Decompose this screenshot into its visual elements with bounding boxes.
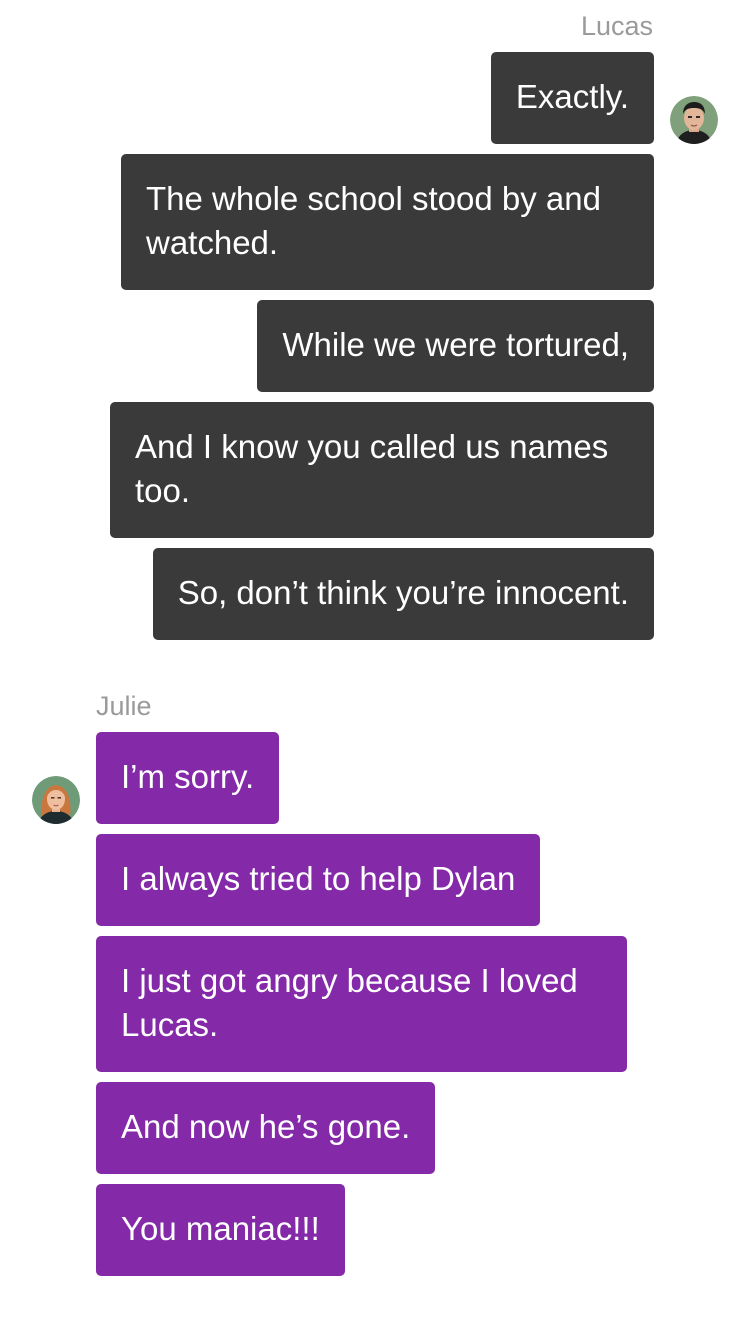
female-avatar-icon[interactable] xyxy=(32,776,80,824)
message-bubble-julie[interactable]: I always tried to help Dylan xyxy=(96,834,541,926)
message-bubble-lucas[interactable]: And I know you called us names too. xyxy=(110,402,654,538)
message-bubble-julie[interactable]: I just got angry because I loved Lucas. xyxy=(96,936,627,1072)
message-bubble-julie[interactable]: And now he’s gone. xyxy=(96,1082,436,1174)
message-bubble-lucas[interactable]: Exactly. xyxy=(490,52,654,144)
sender-name-lucas: Lucas xyxy=(580,11,653,41)
sender-name-julie: Julie xyxy=(96,691,152,721)
message-bubble-lucas[interactable]: The whole school stood by and watched. xyxy=(121,154,654,290)
message-bubble-lucas[interactable]: So, don’t think you’re innocent. xyxy=(152,548,654,640)
message-bubble-julie[interactable]: I’m sorry. xyxy=(96,732,280,824)
message-bubble-julie[interactable]: You maniac!!! xyxy=(96,1184,345,1276)
male-avatar-icon[interactable] xyxy=(670,96,718,144)
message-bubble-lucas[interactable]: While we were tortured, xyxy=(257,300,654,392)
